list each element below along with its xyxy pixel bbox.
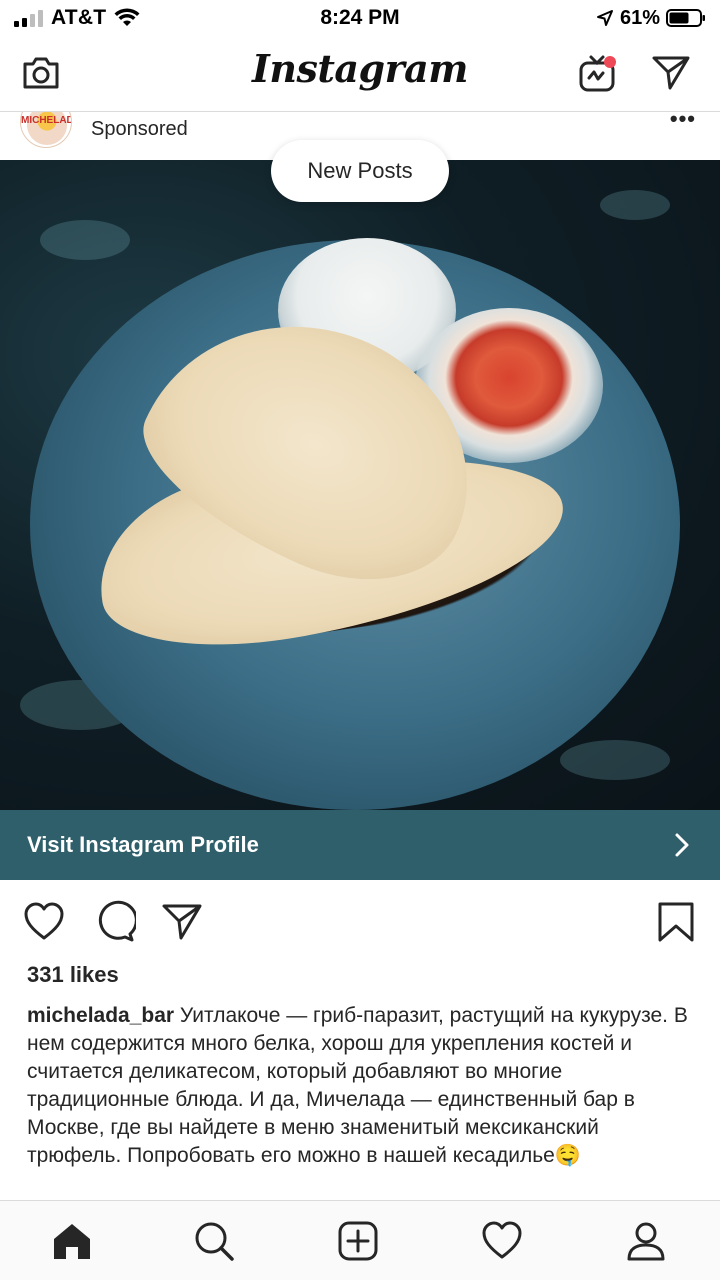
status-bar: AT&T 8:24 PM 61%	[0, 0, 720, 36]
status-right: 61%	[596, 6, 706, 30]
heart-icon[interactable]	[22, 900, 66, 944]
nav-activity-button[interactable]	[478, 1217, 526, 1265]
avatar-text: MICHELADA	[21, 115, 71, 126]
app-header: Instagram	[0, 36, 720, 112]
likes-count[interactable]: 331 likes	[27, 962, 119, 988]
chevron-right-icon	[675, 833, 689, 857]
battery-icon	[666, 9, 705, 27]
nav-home-button[interactable]	[48, 1217, 96, 1265]
share-icon[interactable]	[160, 900, 204, 944]
post-actions	[0, 880, 720, 960]
notification-dot	[604, 56, 616, 68]
search-icon	[195, 1222, 234, 1261]
direct-message-button[interactable]	[648, 50, 694, 96]
sponsored-label: Sponsored	[91, 118, 188, 140]
bookmark-icon[interactable]	[654, 900, 698, 944]
location-arrow-icon	[596, 10, 613, 26]
visit-profile-bar[interactable]: Visit Instagram Profile	[0, 810, 720, 880]
activity-heart-icon	[482, 1221, 522, 1259]
avatar[interactable]: MICHELADA	[20, 112, 72, 148]
igtv-button[interactable]	[574, 50, 620, 96]
post-image[interactable]	[0, 160, 720, 810]
post-caption: michelada_bar Уитлакоче — гриб-паразит, …	[27, 1002, 697, 1200]
direct-message-icon	[652, 56, 690, 90]
home-icon	[54, 1224, 90, 1259]
caption-username[interactable]: michelada_bar	[27, 1004, 174, 1027]
profile-icon	[627, 1222, 665, 1261]
nav-add-button[interactable]	[334, 1217, 382, 1265]
bottom-nav	[0, 1200, 720, 1280]
more-options-icon[interactable]: •••	[670, 112, 696, 132]
caption-text: Уитлакоче — гриб-паразит, растущий на ку…	[27, 1004, 688, 1167]
nav-search-button[interactable]	[190, 1217, 238, 1265]
new-posts-button[interactable]: New Posts	[271, 140, 449, 202]
comment-icon[interactable]	[92, 900, 136, 944]
battery-percent: 61%	[619, 6, 660, 29]
add-post-icon	[338, 1221, 378, 1261]
visit-profile-label: Visit Instagram Profile	[27, 832, 259, 857]
nav-profile-button[interactable]	[622, 1217, 670, 1265]
